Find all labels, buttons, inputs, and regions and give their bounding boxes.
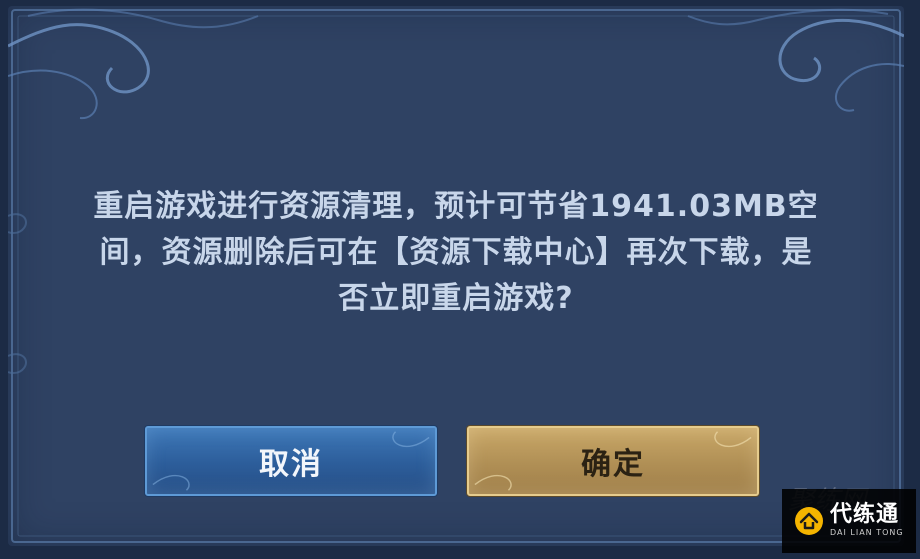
cancel-button-label: 取消 — [259, 447, 323, 482]
game-screen: 重启游戏进行资源清理，预计可节省1941.03MB空 间，资源删除后可在【资源下… — [0, 0, 920, 559]
restart-confirm-dialog: 重启游戏进行资源清理，预计可节省1941.03MB空 间，资源删除后可在【资源下… — [8, 6, 904, 546]
message-line: 重启游戏进行资源清理，预计可节省1941.03MB空 — [93, 189, 819, 224]
watermark-subtitle: DAI LIAN TONG — [830, 528, 904, 537]
watermark-name: 代练通 — [830, 502, 900, 527]
cancel-button[interactable]: 取消 — [145, 426, 437, 496]
message-line: 否立即重启游戏? — [338, 281, 574, 316]
house-logo-icon — [795, 507, 823, 535]
confirm-button-label: 确定 — [581, 447, 645, 482]
confirm-button[interactable]: 确定 — [467, 426, 759, 496]
message-line: 间，资源删除后可在【资源下载中心】再次下载，是 — [99, 235, 813, 270]
watermark-badge: 代练通 DAI LIAN TONG — [782, 489, 916, 553]
dialog-message: 重启游戏进行资源清理，预计可节省1941.03MB空 间，资源删除后可在【资源下… — [48, 184, 864, 322]
